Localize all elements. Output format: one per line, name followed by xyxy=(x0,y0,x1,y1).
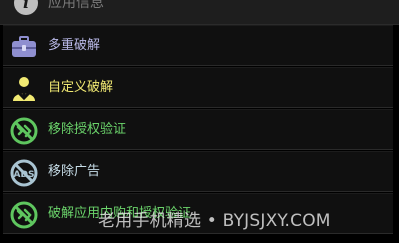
app-screen: i 应用信息 多重破解 自定义破解 移除授权验证 移除广告 破解应用内购和授权验… xyxy=(0,0,399,243)
menu-item-label: 多重破解 xyxy=(48,38,101,53)
menu-item-multi-patch[interactable]: 多重破解 xyxy=(3,25,393,66)
menu-item-label: 移除广告 xyxy=(48,164,101,179)
menu-item-label: 移除授权验证 xyxy=(48,122,127,137)
info-icon: i xyxy=(14,0,38,15)
no-purchase-icon xyxy=(10,201,38,229)
menu-item-remove-ads[interactable]: ADS 移除广告 xyxy=(3,151,393,192)
no-auth-icon xyxy=(10,117,38,145)
watermark: 老用手机精选 • BYJSJXY.COM xyxy=(98,211,331,231)
no-ads-icon: ADS xyxy=(10,159,38,187)
download-person-icon xyxy=(13,77,35,101)
menu-item-remove-license[interactable]: 移除授权验证 xyxy=(3,109,393,150)
toolbox-icon xyxy=(12,36,36,57)
menu-item-label: 自定义破解 xyxy=(48,80,114,95)
header-title: 应用信息 xyxy=(48,0,104,11)
menu-item-custom-patch[interactable]: 自定义破解 xyxy=(3,67,393,108)
app-info-header: i 应用信息 xyxy=(0,0,399,25)
